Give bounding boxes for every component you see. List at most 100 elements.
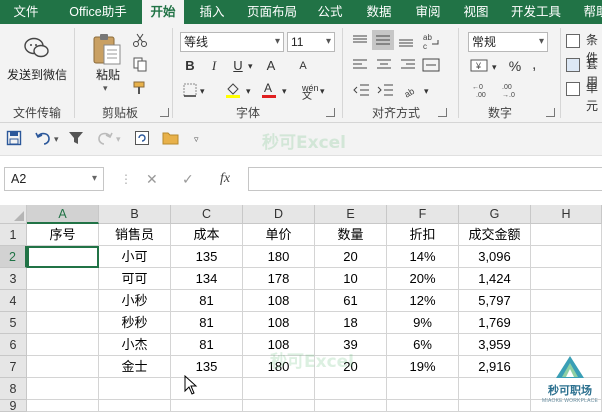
cell-a4[interactable] <box>27 290 99 312</box>
cell-h2[interactable] <box>531 246 602 268</box>
cell-b9[interactable] <box>99 400 171 412</box>
align-left-icon[interactable] <box>352 58 368 75</box>
undo-icon[interactable] <box>34 130 52 148</box>
tab-data[interactable]: 数据 <box>358 0 400 24</box>
align-center-icon[interactable] <box>376 58 392 75</box>
customize-toolbar-icon[interactable]: ▿ <box>194 130 199 148</box>
cell-b7[interactable]: 金士 <box>99 356 171 378</box>
cell-e9[interactable] <box>315 400 387 412</box>
cell-e8[interactable] <box>315 378 387 400</box>
row-header-5[interactable]: 5 <box>0 312 27 334</box>
cell-c9[interactable] <box>171 400 243 412</box>
open-folder-icon[interactable] <box>162 130 180 148</box>
cell-c8[interactable] <box>171 378 243 400</box>
cell-a6[interactable] <box>27 334 99 356</box>
column-header-g[interactable]: G <box>459 205 531 224</box>
cell-a7[interactable] <box>27 356 99 378</box>
copy-icon[interactable] <box>132 56 148 75</box>
cell-h5[interactable] <box>531 312 602 334</box>
row-header-1[interactable]: 1 <box>0 224 27 246</box>
cell-e5[interactable]: 18 <box>315 312 387 334</box>
cell-a3[interactable] <box>27 268 99 290</box>
tab-formulas[interactable]: 公式 <box>310 0 350 24</box>
select-all-corner[interactable] <box>0 205 27 224</box>
cell-d4[interactable]: 108 <box>243 290 315 312</box>
cell-d3[interactable]: 178 <box>243 268 315 290</box>
filter-icon[interactable] <box>68 130 84 148</box>
cell-g5[interactable]: 1,769 <box>459 312 531 334</box>
cell-h3[interactable] <box>531 268 602 290</box>
format-as-table-icon[interactable] <box>566 58 580 72</box>
cell-f7[interactable]: 19% <box>387 356 459 378</box>
cell-g8[interactable] <box>459 378 531 400</box>
column-header-d[interactable]: D <box>243 205 315 224</box>
cell-f8[interactable] <box>387 378 459 400</box>
cell-d2[interactable]: 180 <box>243 246 315 268</box>
chevron-down-icon[interactable]: ▾ <box>320 82 325 100</box>
formula-input[interactable] <box>248 167 602 191</box>
column-header-c[interactable]: C <box>171 205 243 224</box>
currency-icon[interactable]: ¥ <box>470 57 490 78</box>
paste-button[interactable]: 粘贴 <box>88 66 128 83</box>
cell-styles-button[interactable]: 单元 <box>582 79 602 113</box>
tab-office-assistant[interactable]: Office助手 <box>58 0 138 24</box>
tab-insert[interactable]: 插入 <box>192 0 232 24</box>
cell-a5[interactable] <box>27 312 99 334</box>
row-header-4[interactable]: 4 <box>0 290 27 312</box>
font-launcher-icon[interactable] <box>326 108 335 117</box>
orientation-icon[interactable]: ab <box>402 82 420 101</box>
tab-help[interactable]: 帮助 <box>576 0 602 24</box>
row-header-7[interactable]: 7 <box>0 356 27 378</box>
chevron-down-icon[interactable]: ▾ <box>282 82 287 100</box>
cell-f9[interactable] <box>387 400 459 412</box>
borders-icon[interactable] <box>182 82 198 101</box>
column-header-h[interactable]: H <box>531 205 602 224</box>
decrease-indent-icon[interactable] <box>352 82 370 101</box>
table-header-cell[interactable]: 销售员 <box>99 224 171 246</box>
font-size-select[interactable]: 11 ▾ <box>287 32 335 52</box>
cell-c2[interactable]: 135 <box>171 246 243 268</box>
cell-d9[interactable] <box>243 400 315 412</box>
format-as-table-button[interactable]: 套用 <box>582 55 602 89</box>
italic-button[interactable]: I <box>206 57 222 75</box>
align-right-icon[interactable] <box>400 58 416 75</box>
cell-b4[interactable]: 小秒 <box>99 290 171 312</box>
tab-review[interactable]: 审阅 <box>408 0 448 24</box>
column-header-f[interactable]: F <box>387 205 459 224</box>
wrap-text-icon[interactable]: ab c <box>422 32 440 53</box>
send-to-wechat-button[interactable]: 发送到微信 <box>4 66 70 83</box>
cell-a9[interactable] <box>27 400 99 412</box>
cell-d5[interactable]: 108 <box>243 312 315 334</box>
table-header-cell[interactable]: 数量 <box>315 224 387 246</box>
cell-g4[interactable]: 5,797 <box>459 290 531 312</box>
bold-button[interactable]: B <box>182 57 198 75</box>
cell-g3[interactable]: 1,424 <box>459 268 531 290</box>
format-painter-icon[interactable] <box>132 80 148 99</box>
chevron-down-icon[interactable]: ▾ <box>116 130 121 148</box>
cell-c3[interactable]: 134 <box>171 268 243 290</box>
tab-home[interactable]: 开始 <box>142 0 184 24</box>
cell-f3[interactable]: 20% <box>387 268 459 290</box>
clipboard-launcher-icon[interactable] <box>160 108 169 117</box>
table-header-cell[interactable]: 成交金额 <box>459 224 531 246</box>
tab-view[interactable]: 视图 <box>456 0 496 24</box>
cell-e3[interactable]: 10 <box>315 268 387 290</box>
redo-icon[interactable] <box>96 130 114 148</box>
column-header-b[interactable]: B <box>99 205 171 224</box>
cell-c5[interactable]: 81 <box>171 312 243 334</box>
cell-f4[interactable]: 12% <box>387 290 459 312</box>
table-header-cell[interactable]: 成本 <box>171 224 243 246</box>
conditional-format-icon[interactable] <box>566 34 580 48</box>
cell-styles-icon[interactable] <box>566 82 580 96</box>
row-header-2[interactable]: 2 <box>0 246 27 268</box>
row-header-9[interactable]: 9 <box>0 400 27 412</box>
cell-b6[interactable]: 小杰 <box>99 334 171 356</box>
cell-h1[interactable] <box>531 224 602 246</box>
cell-c4[interactable]: 81 <box>171 290 243 312</box>
chevron-down-icon[interactable]: ▾ <box>424 82 429 100</box>
chevron-down-icon[interactable]: ▾ <box>492 58 497 76</box>
cell-a2-selected[interactable] <box>27 246 99 268</box>
cut-icon[interactable] <box>132 32 148 51</box>
increase-decimal-icon[interactable]: ←0.00 <box>472 82 492 101</box>
font-shrink-button[interactable]: A <box>296 57 310 75</box>
